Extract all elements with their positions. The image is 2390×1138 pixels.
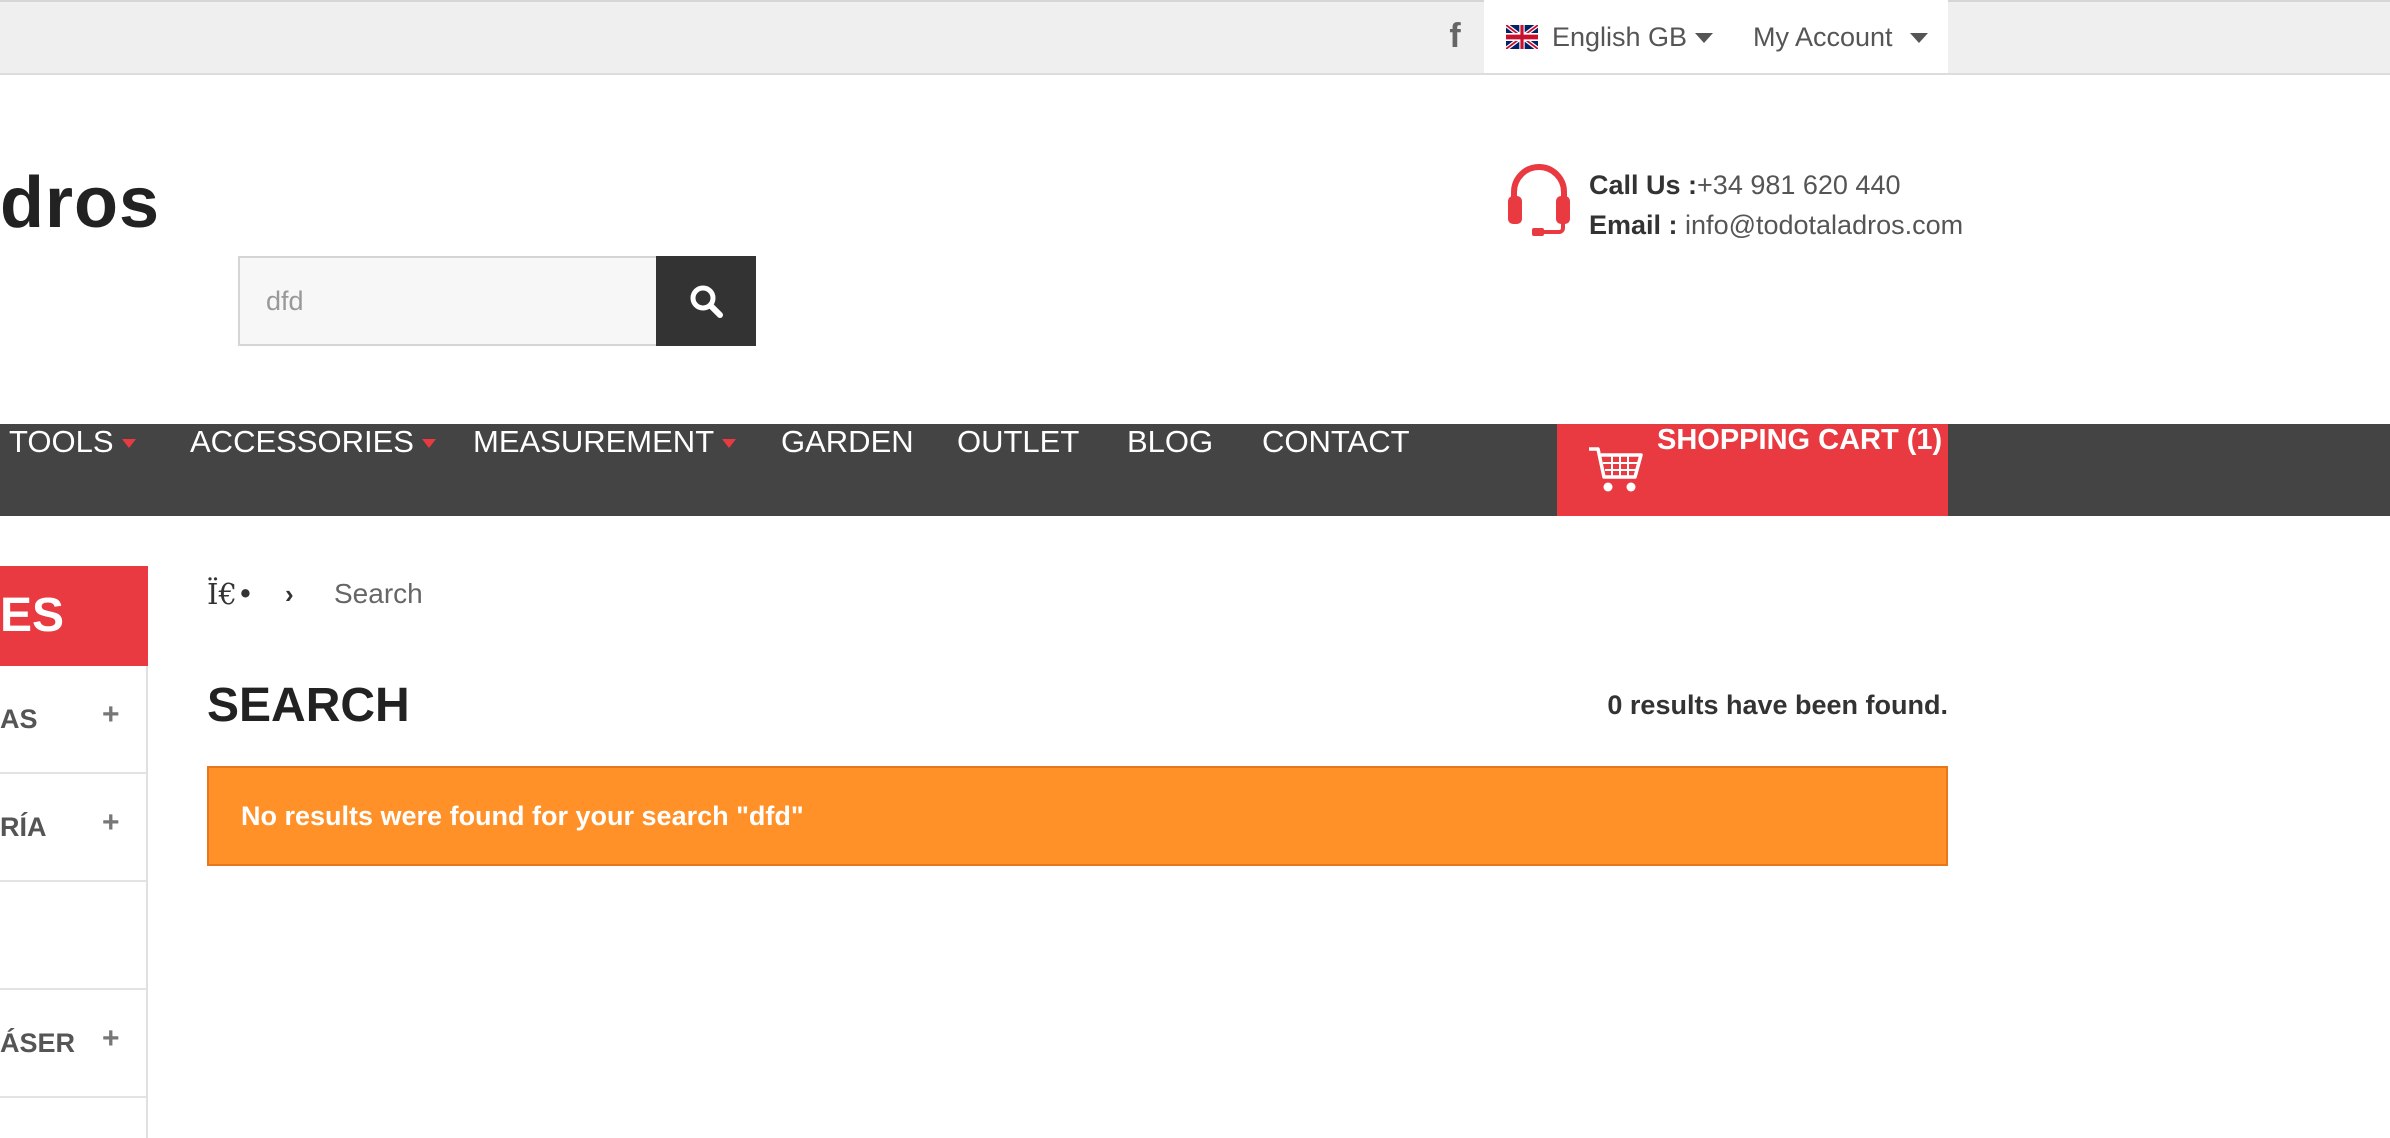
- main-navigation: TOOLS ACCESSORIES MEASUREMENT GARDEN OUT…: [0, 424, 2390, 516]
- cart-icon: [1589, 447, 1643, 492]
- email-line: Email : info@todotaladros.com: [1589, 208, 1963, 242]
- nav-item-blog[interactable]: BLOG: [1127, 424, 1213, 516]
- nav-label-garden: GARDEN: [781, 424, 914, 459]
- alert-message: No results were found for your search "d…: [241, 801, 804, 831]
- breadcrumb-home-link[interactable]: Ï€•: [207, 576, 254, 612]
- search-button[interactable]: [656, 256, 756, 346]
- nav-item-measurement[interactable]: MEASUREMENT: [473, 424, 737, 516]
- nav-item-tools[interactable]: TOOLS: [9, 424, 136, 516]
- sidebar-item-4[interactable]: ÁSER +: [0, 990, 146, 1098]
- sidebar-item-label: AS: [0, 704, 38, 734]
- email-label: Email :: [1589, 210, 1678, 240]
- nav-item-outlet[interactable]: OUTLET: [957, 424, 1079, 516]
- nav-label-blog: BLOG: [1127, 424, 1214, 459]
- search-icon: [690, 285, 723, 318]
- breadcrumb-current: Search: [334, 578, 423, 609]
- search-input[interactable]: [238, 256, 657, 346]
- nav-item-accessories[interactable]: ACCESSORIES: [190, 424, 436, 516]
- nav-item-contact[interactable]: CONTACT: [1262, 424, 1410, 516]
- account-chevron-down-icon[interactable]: [1910, 33, 1928, 43]
- nav-label-measurement: MEASUREMENT: [473, 424, 715, 459]
- phone-number[interactable]: +34 981 620 440: [1697, 170, 1900, 200]
- facebook-icon[interactable]: f: [1440, 17, 1470, 55]
- sidebar-item-label: RÍA: [0, 812, 47, 842]
- top-bar: [0, 0, 2390, 75]
- caret-down-icon: [121, 439, 136, 448]
- sidebar-item-3[interactable]: [0, 882, 146, 990]
- nav-label-contact: CONTACT: [1262, 424, 1410, 459]
- breadcrumb-separator-icon: ›: [285, 579, 294, 609]
- no-results-alert: No results were found for your search "d…: [207, 766, 1948, 866]
- category-sidebar: ES AS + RÍA + ÁSER +: [0, 566, 148, 1138]
- plus-icon[interactable]: +: [102, 806, 120, 840]
- shopping-cart-button[interactable]: SHOPPING CART (1): [1557, 424, 1948, 516]
- caret-down-icon: [421, 439, 436, 448]
- email-address[interactable]: info@todotaladros.com: [1685, 210, 1963, 240]
- nav-item-garden[interactable]: GARDEN: [781, 424, 914, 516]
- result-count: 0 results have been found.: [1607, 690, 1948, 720]
- headset-icon: [1508, 164, 1570, 236]
- nav-label-tools: TOOLS: [9, 424, 114, 459]
- sidebar-item-2[interactable]: RÍA +: [0, 774, 146, 882]
- nav-label-accessories: ACCESSORIES: [190, 424, 414, 459]
- uk-flag-icon: [1506, 25, 1538, 49]
- plus-icon[interactable]: +: [102, 1022, 120, 1056]
- call-us-label: Call Us :: [1589, 170, 1698, 200]
- plus-icon[interactable]: +: [102, 698, 120, 732]
- language-selector[interactable]: English GB: [1552, 20, 1687, 54]
- call-us-line: Call Us :+34 981 620 440: [1589, 168, 1900, 202]
- sidebar-item-1[interactable]: AS +: [0, 666, 146, 774]
- site-logo[interactable]: dros: [0, 158, 160, 248]
- caret-down-icon: [722, 439, 737, 448]
- my-account-dropdown[interactable]: My Account: [1753, 20, 1893, 54]
- sidebar-item-label: ÁSER: [0, 1028, 76, 1058]
- cart-label: SHOPPING CART (1): [1657, 424, 1943, 456]
- nav-label-outlet: OUTLET: [957, 424, 1080, 459]
- sidebar-heading: ES: [0, 566, 148, 666]
- language-chevron-down-icon[interactable]: [1695, 33, 1713, 43]
- page-title: SEARCH: [207, 679, 410, 732]
